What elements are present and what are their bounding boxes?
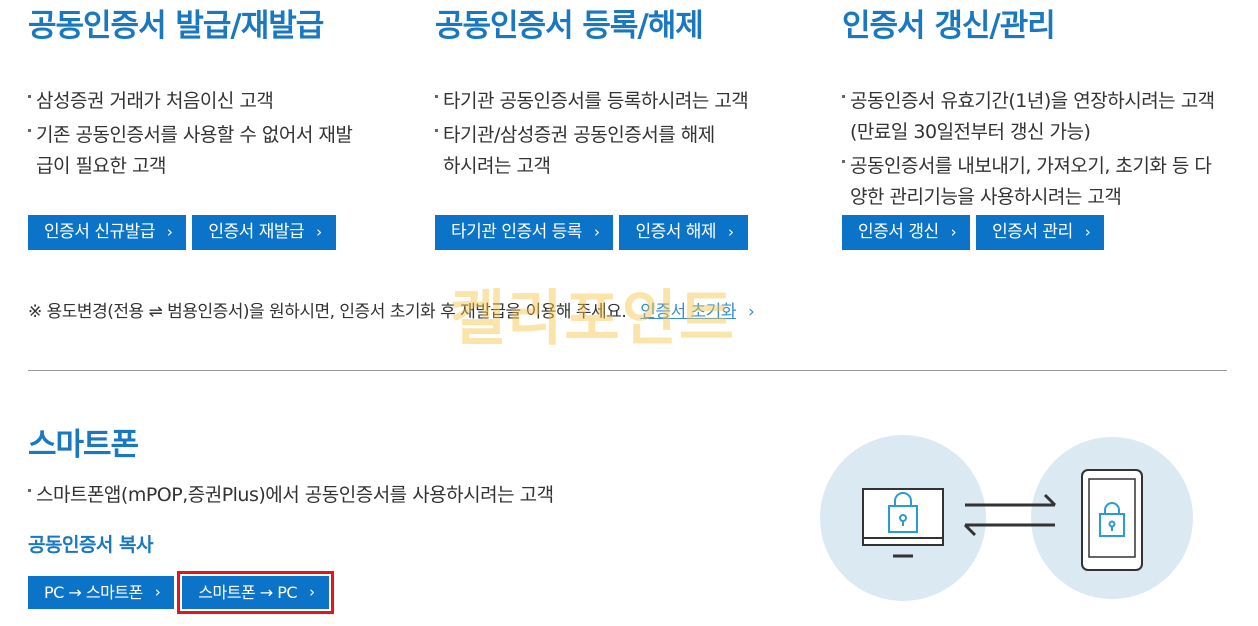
section-issue: 공동인증서 발급/재발급 삼성증권 거래가 처음이신 고객 기존 공동인증서를 …: [28, 0, 368, 182]
pc-to-smartphone-button[interactable]: PC → 스마트폰 ›: [28, 576, 175, 609]
button-label: 인증서 갱신: [858, 222, 939, 242]
section-title-issue: 공동인증서 발급/재발급: [28, 8, 324, 44]
smartphone-icon: [1081, 469, 1143, 571]
button-label: 인증서 해제: [635, 222, 717, 242]
section-title-renew: 인증서 갱신/관리: [842, 8, 1056, 44]
bullet-item: 스마트폰앱(mPOP,증권Plus)에서 공동인증서를 사용하시려는 고객: [28, 480, 554, 510]
bullet-list-renew: 공동인증서 유효기간(1년)을 연장하시려는 고객 (만료일 30일전부터 갱신…: [842, 86, 1227, 213]
button-label: 스마트폰 → PC: [198, 583, 298, 602]
bullet-item: 공동인증서 유효기간(1년)을 연장하시려는 고객 (만료일 30일전부터 갱신…: [842, 86, 1227, 148]
bullet-item: 타기관/삼성증권 공동인증서를 해제하시려는 고객: [435, 120, 715, 182]
chevron-right-icon: ›: [154, 583, 161, 601]
bullet-item: 타기관 공동인증서를 등록하시려는 고객: [435, 86, 795, 117]
button-row-renew: 인증서 갱신 › 인증서 관리 ›: [842, 215, 1105, 250]
button-label: 타기관 인증서 등록: [451, 222, 582, 242]
chevron-right-icon: ›: [593, 223, 600, 241]
section-title-register: 공동인증서 등록/해제: [435, 8, 704, 44]
button-label: PC → 스마트폰: [44, 583, 143, 602]
bullet-list-register: 타기관 공동인증서를 등록하시려는 고객 타기관/삼성증권 공동인증서를 해제하…: [435, 86, 795, 182]
bullet-list-issue: 삼성증권 거래가 처음이신 고객 기존 공동인증서를 사용할 수 없어서 재발급…: [28, 86, 368, 182]
button-row-register: 타기관 인증서 등록 › 인증서 해제 ›: [435, 215, 748, 250]
chevron-right-icon: ›: [1084, 223, 1091, 241]
smartphone-section-title: 스마트폰: [28, 427, 139, 463]
pc-smartphone-transfer-illustration: [820, 435, 1193, 601]
reissue-button[interactable]: 인증서 재발급 ›: [192, 215, 336, 250]
section-divider: [28, 370, 1227, 371]
button-label: 인증서 재발급: [208, 222, 305, 242]
unregister-cert-button[interactable]: 인증서 해제 ›: [619, 215, 748, 250]
chevron-right-icon: ›: [728, 223, 734, 241]
notice-text: ※ 용도변경(전용 ⇌ 범용인증서)을 원하시면, 인증서 초기화 후 재발급을…: [28, 302, 627, 322]
chevron-right-icon: ›: [747, 302, 755, 322]
section-register: 공동인증서 등록/해제 타기관 공동인증서를 등록하시려는 고객 타기관/삼성증…: [435, 0, 795, 182]
register-external-cert-button[interactable]: 타기관 인증서 등록 ›: [435, 215, 614, 250]
chevron-right-icon: ›: [309, 583, 315, 601]
button-label: 인증서 관리: [992, 222, 1073, 242]
cert-reset-link[interactable]: 인증서 초기화: [640, 302, 736, 322]
chevron-right-icon: ›: [950, 223, 957, 241]
bullet-item: 삼성증권 거래가 처음이신 고객: [28, 86, 368, 117]
pc-monitor-icon: [862, 488, 944, 558]
new-issue-button[interactable]: 인증서 신규발급 ›: [28, 215, 187, 250]
bullet-item: 기존 공동인증서를 사용할 수 없어서 재발급이 필요한 고객: [28, 120, 368, 182]
manage-cert-button[interactable]: 인증서 관리 ›: [976, 215, 1105, 250]
renew-cert-button[interactable]: 인증서 갱신 ›: [842, 215, 971, 250]
smartphone-to-pc-button[interactable]: 스마트폰 → PC ›: [177, 571, 334, 614]
bullet-item: 공동인증서를 내보내기, 가져오기, 초기화 등 다양한 관리기능을 사용하시려…: [842, 151, 1227, 213]
chevron-right-icon: ›: [316, 223, 322, 241]
cert-copy-subtitle: 공동인증서 복사: [28, 534, 153, 556]
usage-change-notice: ※ 용도변경(전용 ⇌ 범용인증서)을 원하시면, 인증서 초기화 후 재발급을…: [28, 297, 755, 322]
cert-copy-buttons: PC → 스마트폰 › 스마트폰 → PC ›: [28, 571, 334, 614]
chevron-right-icon: ›: [166, 223, 173, 241]
section-renew: 인증서 갱신/관리 공동인증서 유효기간(1년)을 연장하시려는 고객 (만료일…: [842, 0, 1227, 213]
button-label: 인증서 신규발급: [44, 222, 155, 242]
button-row-issue: 인증서 신규발급 › 인증서 재발급 ›: [28, 215, 336, 250]
